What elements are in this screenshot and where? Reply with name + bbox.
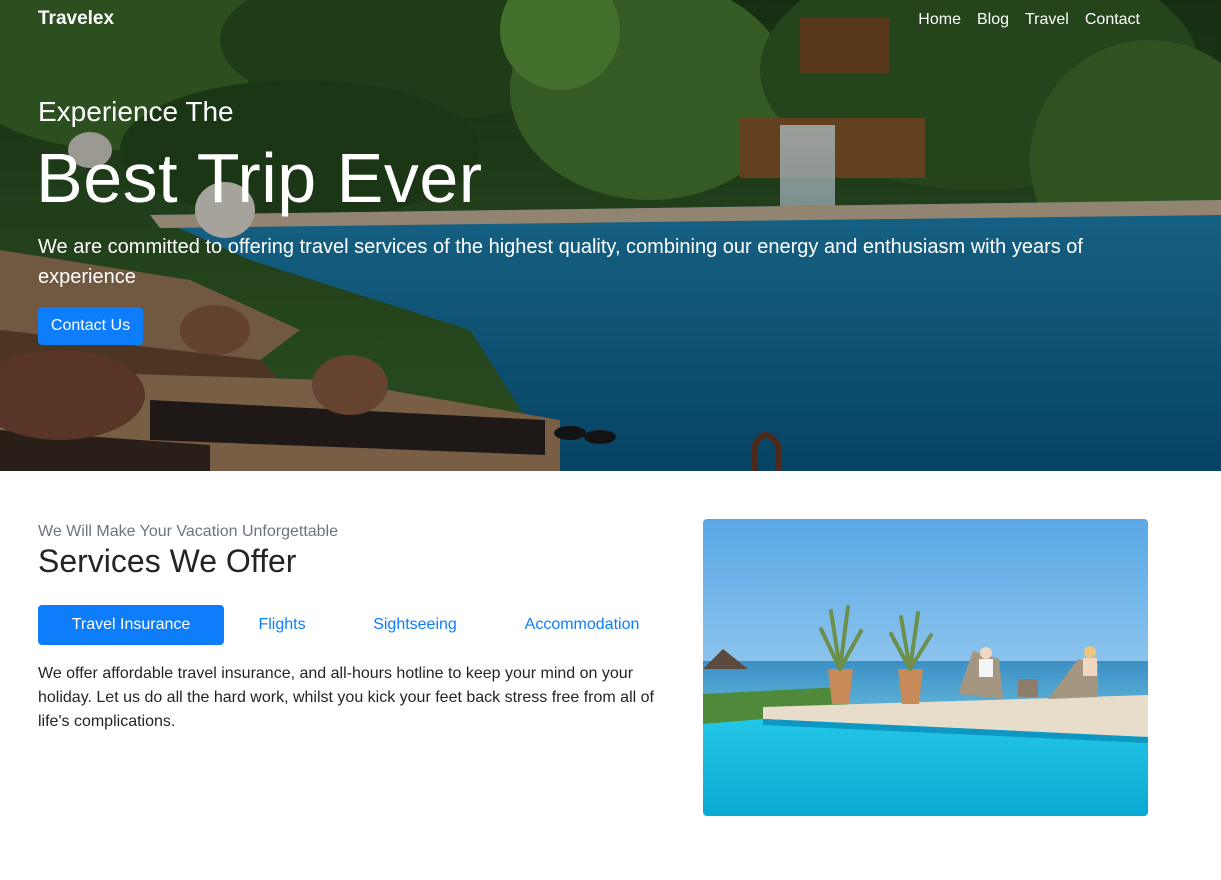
services-section: We Will Make Your Vacation Unforgettable… xyxy=(0,471,1221,880)
navbar: Travelex Home Blog Travel Contact xyxy=(0,0,1221,40)
services-title: Services We Offer xyxy=(38,543,297,579)
nav-link-blog[interactable]: Blog xyxy=(977,11,1009,29)
nav-link-home[interactable]: Home xyxy=(918,11,961,29)
tab-flights[interactable]: Flights xyxy=(224,605,340,645)
tab-accommodation[interactable]: Accommodation xyxy=(490,605,674,645)
tab-travel-insurance[interactable]: Travel Insurance xyxy=(38,605,224,645)
hero-title: Best Trip Ever xyxy=(36,139,483,217)
nav-links: Home Blog Travel Contact xyxy=(918,11,1140,29)
hero-section: Travelex Home Blog Travel Contact Experi… xyxy=(0,0,1221,471)
infinity-pool-photo xyxy=(703,519,1148,816)
brand-logo[interactable]: Travelex xyxy=(38,8,114,30)
services-tab-content: We offer affordable travel insurance, an… xyxy=(38,665,654,730)
nav-link-travel[interactable]: Travel xyxy=(1025,11,1069,29)
services-tabs: Travel Insurance Flights Sightseeing Acc… xyxy=(38,605,674,645)
hero-kicker: Experience The xyxy=(38,96,234,127)
services-image xyxy=(703,519,1148,816)
contact-us-button[interactable]: Contact Us xyxy=(38,307,143,345)
services-kicker: We Will Make Your Vacation Unforgettable xyxy=(38,523,339,540)
hero-description: We are committed to offering travel serv… xyxy=(38,236,1083,288)
tab-sightseeing[interactable]: Sightseeing xyxy=(340,605,490,645)
nav-link-contact[interactable]: Contact xyxy=(1085,11,1140,29)
